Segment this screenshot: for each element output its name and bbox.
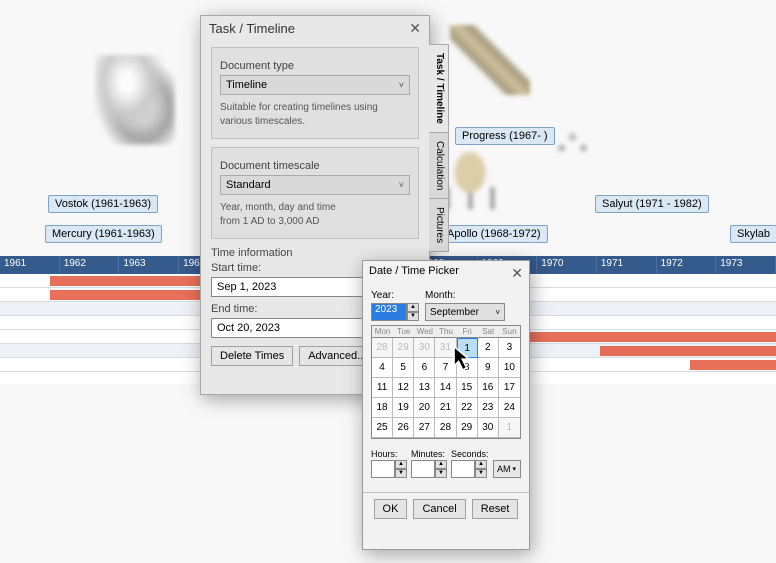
document-type-desc: Suitable for creating timelines using va…	[220, 101, 410, 128]
calendar-dow: Mon	[372, 326, 393, 337]
calendar-day[interactable]: 23	[478, 398, 499, 418]
calendar-day[interactable]: 16	[478, 378, 499, 398]
timeline-event-tag[interactable]: Vostok (1961-1963)	[48, 195, 158, 213]
calendar-day[interactable]: 22	[457, 398, 478, 418]
calendar-day[interactable]: 17	[499, 378, 520, 398]
calendar-dow: Tue	[393, 326, 414, 337]
calendar-day[interactable]: 4	[372, 358, 393, 378]
seconds-input[interactable]	[451, 460, 475, 478]
dialog-title: Task / Timeline	[209, 21, 295, 36]
calendar: MonTueWedThuFriSatSun 282930311234567891…	[371, 325, 521, 439]
document-timescale-label: Document timescale	[220, 160, 410, 172]
timeline-event-tag[interactable]: Progress (1967- )	[455, 127, 555, 145]
calendar-day[interactable]: 8	[457, 358, 478, 378]
calendar-day[interactable]: 11	[372, 378, 393, 398]
document-type-dropdown[interactable]: Timeline	[220, 75, 410, 95]
side-tab-pictures[interactable]: Pictures	[429, 198, 449, 252]
calendar-day[interactable]: 14	[435, 378, 456, 398]
month-label: Month:	[425, 290, 505, 301]
calendar-dow: Wed	[414, 326, 435, 337]
calendar-dow: Fri	[457, 326, 478, 337]
calendar-day[interactable]: 10	[499, 358, 520, 378]
seconds-up-icon[interactable]: ▲	[475, 460, 487, 469]
minutes-label: Minutes:	[411, 449, 447, 459]
calendar-day[interactable]: 20	[414, 398, 435, 418]
calendar-day[interactable]: 19	[393, 398, 414, 418]
timeline-event-tag[interactable]: Salyut (1971 - 1982)	[595, 195, 709, 213]
reset-button[interactable]: Reset	[472, 499, 519, 519]
calendar-day[interactable]: 9	[478, 358, 499, 378]
calendar-day[interactable]: 30	[414, 338, 435, 358]
document-type-section: Document type Timeline Suitable for crea…	[211, 47, 419, 139]
time-information-label: Time information	[211, 247, 419, 259]
hours-up-icon[interactable]: ▲	[395, 460, 407, 469]
side-tab-calculation[interactable]: Calculation	[429, 132, 449, 199]
year-label: Year:	[371, 290, 419, 301]
month-dropdown[interactable]: September	[425, 303, 505, 321]
hours-input[interactable]	[371, 460, 395, 478]
side-tab-task-timeline[interactable]: Task / Timeline	[429, 44, 449, 133]
calendar-day[interactable]: 28	[435, 418, 456, 438]
delete-times-button[interactable]: Delete Times	[211, 346, 293, 366]
year-input[interactable]: 2023	[371, 303, 407, 321]
close-icon[interactable]: ✕	[409, 20, 421, 37]
minutes-up-icon[interactable]: ▲	[435, 460, 447, 469]
calendar-day[interactable]: 6	[414, 358, 435, 378]
calendar-dow: Thu	[435, 326, 456, 337]
calendar-day[interactable]: 13	[414, 378, 435, 398]
calendar-day[interactable]: 21	[435, 398, 456, 418]
cancel-button[interactable]: Cancel	[413, 499, 465, 519]
minutes-input[interactable]	[411, 460, 435, 478]
year-up-icon[interactable]: ▲	[407, 303, 419, 312]
calendar-day[interactable]: 30	[478, 418, 499, 438]
calendar-dow: Sat	[478, 326, 499, 337]
satellite-image	[450, 25, 530, 95]
timeline-event-tag[interactable]: Apollo (1968-1972)	[440, 225, 548, 243]
ok-button[interactable]: OK	[374, 499, 408, 519]
calendar-day[interactable]: 25	[372, 418, 393, 438]
calendar-day[interactable]: 18	[372, 398, 393, 418]
calendar-day[interactable]: 24	[499, 398, 520, 418]
hours-label: Hours:	[371, 449, 407, 459]
calendar-day[interactable]: 26	[393, 418, 414, 438]
document-timescale-dropdown[interactable]: Standard	[220, 175, 410, 195]
calendar-day[interactable]: 3	[499, 338, 520, 358]
year-down-icon[interactable]: ▼	[407, 312, 419, 321]
calendar-day[interactable]: 5	[393, 358, 414, 378]
calendar-day[interactable]: 7	[435, 358, 456, 378]
calendar-day[interactable]: 1	[499, 418, 520, 438]
ampm-dropdown[interactable]: AM▾	[493, 460, 521, 478]
seconds-down-icon[interactable]: ▼	[475, 469, 487, 478]
calendar-day[interactable]: 28	[372, 338, 393, 358]
timeline-event-tag[interactable]: Skylab	[730, 225, 776, 243]
document-timescale-section: Document timescale Standard Year, month,…	[211, 147, 419, 239]
calendar-day[interactable]: 29	[393, 338, 414, 358]
calendar-day[interactable]: 29	[457, 418, 478, 438]
document-type-label: Document type	[220, 60, 410, 72]
minutes-down-icon[interactable]: ▼	[435, 469, 447, 478]
picker-title: Date / Time Picker	[369, 265, 459, 282]
calendar-day[interactable]: 27	[414, 418, 435, 438]
astronaut-image	[95, 55, 175, 145]
calendar-dow: Sun	[499, 326, 520, 337]
date-time-picker-dialog: Date / Time Picker ✕ Year: 2023 ▲ ▼ Mont…	[362, 260, 530, 550]
calendar-day[interactable]: 2	[478, 338, 499, 358]
seconds-label: Seconds:	[451, 449, 489, 459]
timeline-event-tag[interactable]: Mercury (1961-1963)	[45, 225, 162, 243]
calendar-day[interactable]: 1	[457, 338, 478, 358]
calendar-day[interactable]: 12	[393, 378, 414, 398]
document-timescale-desc: Year, month, day and timefrom 1 AD to 3,…	[220, 201, 410, 228]
close-icon[interactable]: ✕	[511, 265, 523, 282]
hours-down-icon[interactable]: ▼	[395, 469, 407, 478]
calendar-day[interactable]: 15	[457, 378, 478, 398]
calendar-day[interactable]: 31	[435, 338, 456, 358]
